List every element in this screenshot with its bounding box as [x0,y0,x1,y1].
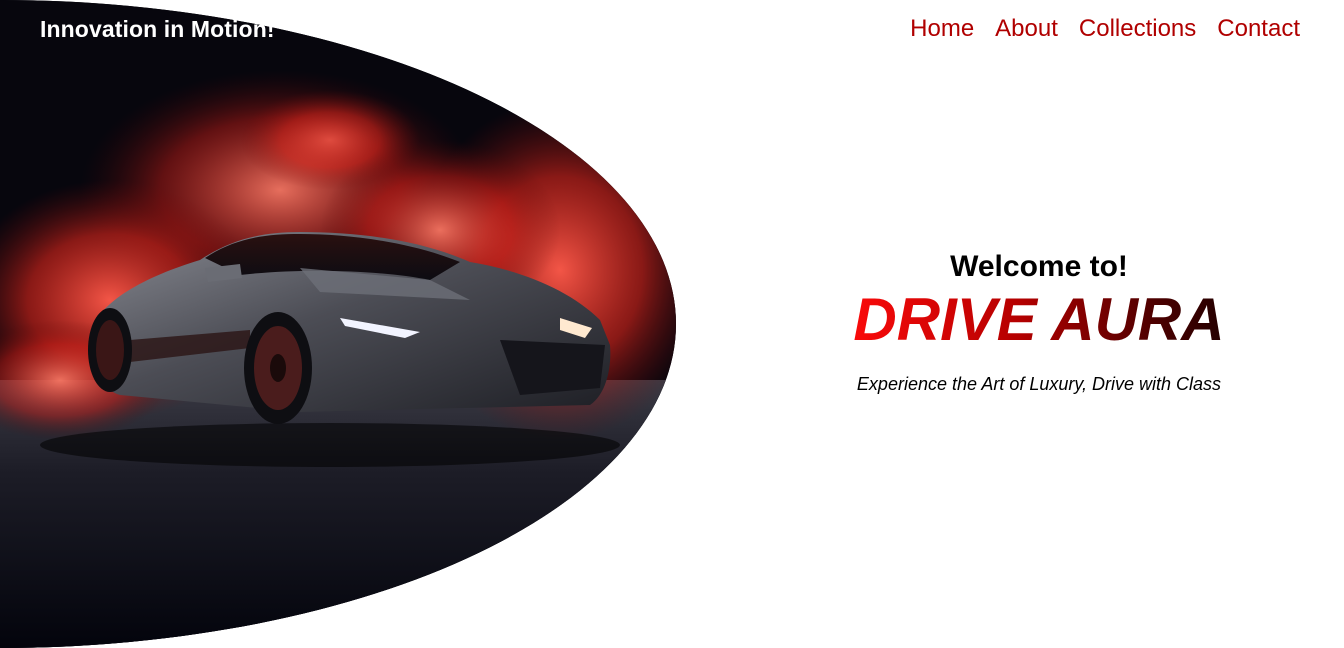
hero-subtitle: Experience the Art of Luxury, Drive with… [856,374,1222,394]
brand-name: DRIVE AURA [840,288,1238,352]
main-nav: Home About Collections Contact [910,15,1300,43]
landing-page: Innovation in Motion! Home About Collect… [0,0,1344,648]
welcome-heading: Welcome to! [950,250,1128,283]
sports-car-illustration [0,0,676,648]
nav-link-collections[interactable]: Collections [1079,15,1196,43]
nav-link-contact[interactable]: Contact [1217,15,1300,43]
hero-car-image [0,0,676,648]
nav-link-about[interactable]: About [995,15,1058,43]
site-tagline: Innovation in Motion! [40,16,275,42]
nav-link-home[interactable]: Home [910,15,974,43]
